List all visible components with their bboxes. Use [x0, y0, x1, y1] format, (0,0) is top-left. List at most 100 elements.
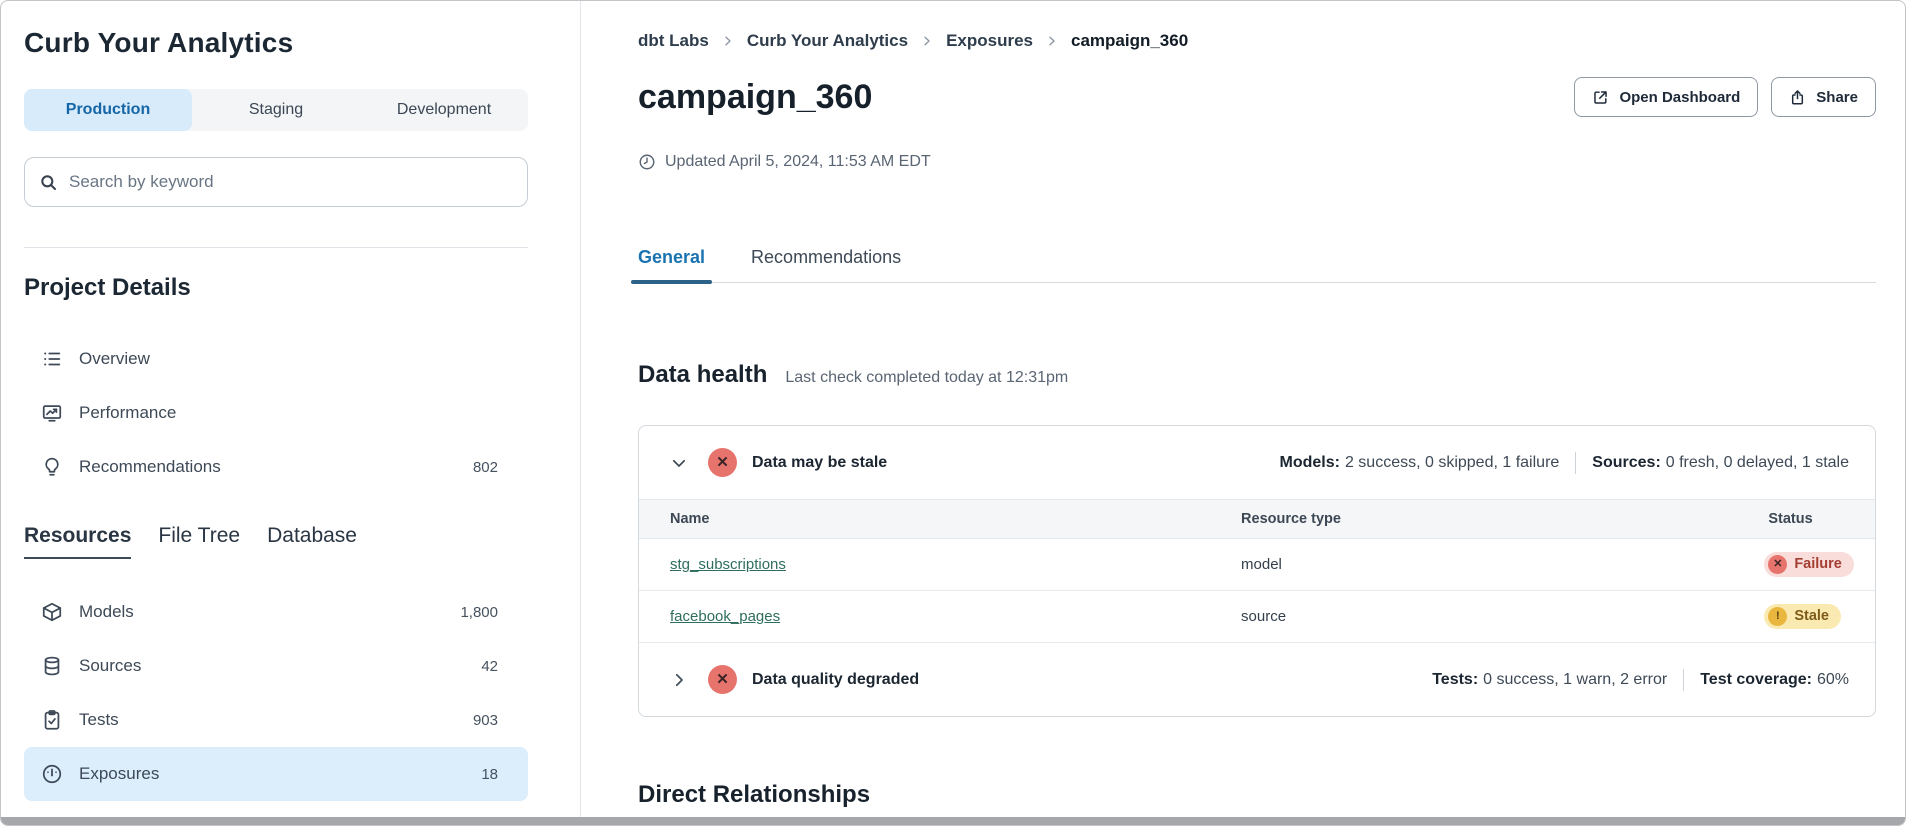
- health-group-summary: Tests: 0 success, 1 warn, 2 error Test c…: [1432, 669, 1849, 691]
- status-badge-stale: ! Stale: [1764, 604, 1841, 629]
- summary-label: Tests:: [1432, 671, 1478, 689]
- item-count: 42: [481, 658, 498, 675]
- status-badge-failure: ✕ Failure: [1764, 552, 1854, 577]
- tab-database[interactable]: Database: [267, 524, 357, 559]
- tab-general[interactable]: General: [638, 247, 705, 282]
- updated-text: Updated April 5, 2024, 11:53 AM EDT: [665, 153, 931, 171]
- breadcrumb-dbt-labs[interactable]: dbt Labs: [638, 31, 709, 51]
- table-header-row: Name Resource type Status: [639, 500, 1875, 539]
- sidebar-item-label: Overview: [79, 349, 150, 369]
- data-health-card: ✕ Data may be stale Models: 2 success, 0…: [638, 425, 1876, 717]
- main-content: dbt Labs Curb Your Analytics Exposures c…: [581, 1, 1905, 825]
- item-count: 18: [481, 766, 498, 783]
- table-row: stg_subscriptions model ✕ Failure: [639, 539, 1875, 591]
- health-group-data-may-be-stale[interactable]: ✕ Data may be stale Models: 2 success, 0…: [639, 426, 1875, 499]
- sidebar-item-recommendations[interactable]: Recommendations 802: [24, 440, 528, 494]
- cube-icon: [41, 601, 63, 623]
- breadcrumb-current: campaign_360: [1071, 31, 1188, 51]
- summary-label: Test coverage:: [1700, 671, 1812, 689]
- lightbulb-icon: [41, 456, 63, 478]
- clipboard-check-icon: [41, 709, 63, 731]
- data-health-subtext: Last check completed today at 12:31pm: [785, 369, 1068, 387]
- sidebar-divider: [24, 247, 528, 248]
- x-circle-icon: ✕: [708, 448, 737, 477]
- sidebar-item-tests[interactable]: Tests 903: [24, 693, 528, 747]
- project-details-nav: Overview Performance Recommendations 8: [24, 332, 528, 494]
- sidebar-item-label: Tests: [79, 710, 119, 730]
- title-row: campaign_360 Open Dashboard Share: [638, 77, 1876, 117]
- summary-label: Models:: [1280, 454, 1340, 472]
- summary-value: 2 success, 0 skipped, 1 failure: [1345, 454, 1559, 472]
- sidebar-item-performance[interactable]: Performance: [24, 386, 528, 440]
- share-icon: [1789, 89, 1806, 106]
- share-button[interactable]: Share: [1771, 77, 1876, 117]
- summary-label: Sources:: [1592, 454, 1660, 472]
- chevron-right-icon: [1046, 35, 1058, 47]
- status-badge-label: Stale: [1794, 608, 1829, 625]
- sidebar-item-label: Performance: [79, 403, 176, 423]
- data-health-title: Data health: [638, 361, 767, 389]
- resource-type-cell: source: [1210, 591, 1756, 643]
- sidebar-item-sources[interactable]: Sources 42: [24, 639, 528, 693]
- open-dashboard-label: Open Dashboard: [1619, 89, 1740, 106]
- share-label: Share: [1816, 89, 1858, 106]
- sidebar-item-label: Sources: [79, 656, 141, 676]
- clock-icon: [638, 153, 656, 171]
- env-tab-staging[interactable]: Staging: [192, 89, 360, 131]
- page-actions: Open Dashboard Share: [1574, 77, 1876, 117]
- x-circle-icon: ✕: [1768, 555, 1787, 574]
- page-tabs: General Recommendations: [638, 247, 1876, 283]
- env-tab-production[interactable]: Production: [24, 89, 192, 131]
- table-row: facebook_pages source ! Stale: [639, 591, 1875, 643]
- health-group-title: Data quality degraded: [752, 671, 919, 689]
- sidebar-item-overview[interactable]: Overview: [24, 332, 528, 386]
- resource-type-cell: model: [1210, 539, 1756, 591]
- updated-row: Updated April 5, 2024, 11:53 AM EDT: [638, 153, 1876, 171]
- sidebar-item-label: Exposures: [79, 764, 159, 784]
- env-tab-development[interactable]: Development: [360, 89, 528, 131]
- monitor-chart-icon: [41, 402, 63, 424]
- data-health-section-head: Data health Last check completed today a…: [638, 361, 1876, 389]
- column-header-resource-type: Resource type: [1210, 500, 1756, 539]
- breadcrumb-exposures[interactable]: Exposures: [946, 31, 1033, 51]
- sidebar-item-exposures[interactable]: Exposures 18: [24, 747, 528, 801]
- health-group-title: Data may be stale: [752, 454, 887, 472]
- exclamation-circle-icon: !: [1768, 607, 1787, 626]
- sidebar-item-label: Models: [79, 602, 134, 622]
- tab-resources[interactable]: Resources: [24, 524, 131, 559]
- external-link-icon: [1592, 89, 1609, 106]
- chevron-right-icon: [921, 35, 933, 47]
- project-details-heading: Project Details: [24, 274, 528, 302]
- open-dashboard-button[interactable]: Open Dashboard: [1574, 77, 1758, 117]
- sidebar-item-models[interactable]: Models 1,800: [24, 585, 528, 639]
- status-badge-label: Failure: [1794, 556, 1842, 573]
- gauge-icon: [41, 763, 63, 785]
- database-icon: [41, 655, 63, 677]
- summary-value: 0 success, 1 warn, 2 error: [1483, 671, 1667, 689]
- summary-value: 60%: [1817, 671, 1849, 689]
- search-icon: [39, 173, 58, 192]
- tab-file-tree[interactable]: File Tree: [158, 524, 240, 559]
- tab-recommendations[interactable]: Recommendations: [751, 247, 901, 282]
- environment-tabs: Production Staging Development: [24, 89, 528, 131]
- chevron-right-icon: [722, 35, 734, 47]
- sidebar-item-label: Recommendations: [79, 457, 221, 477]
- breadcrumb: dbt Labs Curb Your Analytics Exposures c…: [638, 31, 1876, 51]
- breadcrumb-project[interactable]: Curb Your Analytics: [747, 31, 908, 51]
- window-bottom-edge: [1, 817, 1905, 825]
- x-circle-icon: ✕: [708, 665, 737, 694]
- item-count: 802: [473, 459, 498, 476]
- summary-divider: [1683, 669, 1684, 691]
- chevron-right-icon[interactable]: [670, 671, 688, 689]
- sidebar: Curb Your Analytics Production Staging D…: [1, 1, 581, 825]
- health-group-data-quality-degraded[interactable]: ✕ Data quality degraded Tests: 0 success…: [639, 643, 1875, 716]
- summary-divider: [1575, 452, 1576, 474]
- search-box[interactable]: [24, 157, 528, 207]
- app-window: Curb Your Analytics Production Staging D…: [0, 0, 1906, 826]
- health-group-summary: Models: 2 success, 0 skipped, 1 failure …: [1280, 452, 1850, 474]
- resource-view-tabs: Resources File Tree Database: [24, 524, 528, 559]
- search-input[interactable]: [69, 172, 513, 192]
- chevron-down-icon[interactable]: [670, 454, 688, 472]
- resource-link-facebook-pages[interactable]: facebook_pages: [670, 608, 780, 625]
- resource-link-stg-subscriptions[interactable]: stg_subscriptions: [670, 556, 786, 573]
